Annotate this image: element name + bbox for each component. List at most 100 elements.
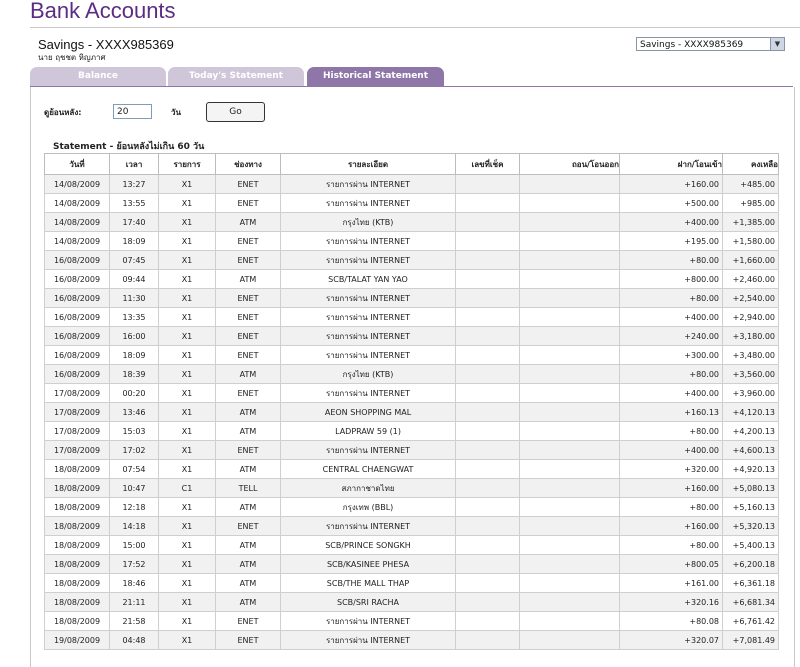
account-name: Savings - XXXX985369 [38,37,174,52]
cell-date: 16/08/2009 [44,364,110,384]
cell-transaction: X1 [158,250,216,270]
cell-details: รายการผ่าน INTERNET [280,345,456,365]
cell-details: รายการผ่าน INTERNET [280,307,456,327]
cell-details: CENTRAL CHAENGWAT [280,459,456,479]
cell-withdrawal [519,364,620,384]
cell-withdrawal [519,345,620,365]
cell-deposit: +800.05 [619,554,723,574]
cell-date: 17/08/2009 [44,421,110,441]
cell-date: 16/08/2009 [44,326,110,346]
cell-deposit: +320.00 [619,459,723,479]
tab-historical-statement[interactable]: Historical Statement [307,67,444,86]
cell-channel: ATM [215,402,281,422]
days-back-input[interactable]: 20 [113,104,152,119]
column-header-transaction: รายการ [158,153,216,175]
cell-transaction: X1 [158,554,216,574]
table-row: 17/08/2009 15:03 X1 ATM LADPRAW 59 (1) +80.00… [44,421,779,441]
cell-channel: ENET [215,326,281,346]
cell-date: 18/08/2009 [44,573,110,593]
cell-balance: +6,681.34 [722,592,779,612]
cell-withdrawal [519,573,620,593]
cell-channel: ENET [215,231,281,251]
cell-balance: +6,361.18 [722,573,779,593]
cell-channel: ENET [215,383,281,403]
cell-balance: +4,920.13 [722,459,779,479]
cell-time: 21:58 [109,611,159,631]
go-button[interactable]: Go [206,102,265,122]
cell-transaction: X1 [158,231,216,251]
cell-transaction: X1 [158,345,216,365]
table-row: 17/08/2009 13:46 X1 ATM AEON SHOPPING MAL +16… [44,402,779,422]
cell-cheque-no [455,326,520,346]
cell-channel: ENET [215,611,281,631]
cell-cheque-no [455,231,520,251]
cell-balance: +1,580.00 [722,231,779,251]
cell-time: 00:20 [109,383,159,403]
column-header-withdrawal: ถอน/โอนออก [519,153,620,175]
cell-details: LADPRAW 59 (1) [280,421,456,441]
cell-channel: ATM [215,269,281,289]
cell-balance: +3,960.00 [722,383,779,403]
cell-cheque-no [455,611,520,631]
cell-channel: ENET [215,307,281,327]
statement-header-row: วันที่ เวลา รายการ ช่องทาง รายละเอียด เล… [44,153,779,175]
cell-time: 04:48 [109,630,159,650]
cell-date: 18/08/2009 [44,478,110,498]
cell-channel: ATM [215,212,281,232]
cell-date: 19/08/2009 [44,630,110,650]
cell-time: 15:03 [109,421,159,441]
cell-withdrawal [519,554,620,574]
cell-balance: +6,761.42 [722,611,779,631]
cell-cheque-no [455,459,520,479]
cell-details: SCB/PRINCE SONGKH [280,535,456,555]
cell-transaction: X1 [158,611,216,631]
chevron-down-icon[interactable]: ▼ [770,38,784,50]
days-back-label: ดูย้อนหลัง: [44,108,82,117]
cell-details: SCB/THE MALL THAP [280,573,456,593]
cell-details: รายการผ่าน INTERNET [280,231,456,251]
cell-deposit: +80.00 [619,250,723,270]
table-row: 17/08/2009 00:20 X1 ENET รายการผ่าน INTERNET… [44,383,779,403]
cell-balance: +5,320.13 [722,516,779,536]
cell-details: รายการผ่าน INTERNET [280,630,456,650]
table-row: 18/08/2009 18:46 X1 ATM SCB/THE MALL THAP +16… [44,573,779,593]
cell-withdrawal [519,535,620,555]
cell-date: 17/08/2009 [44,402,110,422]
column-header-time: เวลา [109,153,159,175]
table-row: 18/08/2009 10:47 C1 TELL สภากาชาดไทย +160.00 +… [44,478,779,498]
tab-balance[interactable]: Balance [30,67,166,86]
cell-time: 17:40 [109,212,159,232]
cell-balance: +2,940.00 [722,307,779,327]
cell-time: 13:27 [109,174,159,194]
cell-withdrawal [519,193,620,213]
cell-deposit: +80.00 [619,535,723,555]
cell-details: รายการผ่าน INTERNET [280,383,456,403]
cell-details: กรุงไทย (KTB) [280,364,456,384]
cell-cheque-no [455,573,520,593]
cell-channel: ENET [215,630,281,650]
cell-channel: ENET [215,516,281,536]
cell-balance: +2,540.00 [722,288,779,308]
cell-channel: ENET [215,440,281,460]
cell-withdrawal [519,592,620,612]
cell-cheque-no [455,383,520,403]
cell-transaction: X1 [158,307,216,327]
cell-balance: +3,480.00 [722,345,779,365]
cell-transaction: X1 [158,535,216,555]
cell-cheque-no [455,212,520,232]
cell-time: 17:02 [109,440,159,460]
account-selector[interactable]: Savings - XXXX985369 ▼ [636,37,785,51]
cell-withdrawal [519,611,620,631]
cell-cheque-no [455,174,520,194]
cell-withdrawal [519,497,620,517]
tab-todays-statement[interactable]: Today's Statement [168,67,304,86]
cell-channel: ATM [215,497,281,517]
column-header-cheque-no: เลขที่เช็ค [455,153,520,175]
title-divider [30,27,800,28]
table-row: 17/08/2009 17:02 X1 ENET รายการผ่าน INTERNET… [44,440,779,460]
cell-deposit: +400.00 [619,212,723,232]
cell-date: 18/08/2009 [44,611,110,631]
cell-balance: +1,385.00 [722,212,779,232]
cell-cheque-no [455,250,520,270]
cell-transaction: X1 [158,383,216,403]
